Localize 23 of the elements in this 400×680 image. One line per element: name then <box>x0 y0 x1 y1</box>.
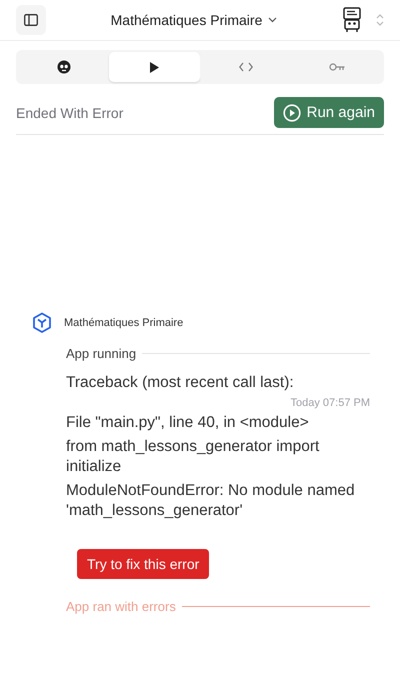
cube-icon <box>32 312 52 334</box>
log-line: Traceback (most recent call last): <box>66 373 295 393</box>
log-line: from math_lessons_generator import initialize <box>66 437 320 477</box>
code-icon <box>238 62 252 72</box>
author-name: Mathématiques Primaire <box>64 317 184 329</box>
face-icon <box>56 60 70 74</box>
run-end-label: App ran with errors <box>66 599 176 614</box>
fix-error-button[interactable]: Try to fix this error <box>77 549 210 579</box>
log-line: File "main.py", line 40, in <module> <box>66 413 310 433</box>
key-icon <box>328 63 344 71</box>
sort-icon[interactable] <box>376 13 384 27</box>
run-start-label: App running <box>66 346 136 361</box>
timestamp: Today 07:57 PM <box>290 397 370 409</box>
play-icon <box>150 62 159 72</box>
sidebar-icon <box>24 14 38 26</box>
status-text: Ended With Error <box>16 104 124 120</box>
log-line: ModuleNotFoundError: No module named 'math_lessons_generator' <box>66 481 356 521</box>
robot-icon[interactable] <box>342 7 362 33</box>
run-again-button[interactable]: Run again <box>274 97 384 128</box>
sidebar-toggle-button[interactable] <box>16 5 46 35</box>
project-title-dropdown[interactable]: Mathématiques Primaire <box>46 12 342 28</box>
chevron-down-icon <box>268 17 278 23</box>
play-circle-icon <box>282 104 301 122</box>
